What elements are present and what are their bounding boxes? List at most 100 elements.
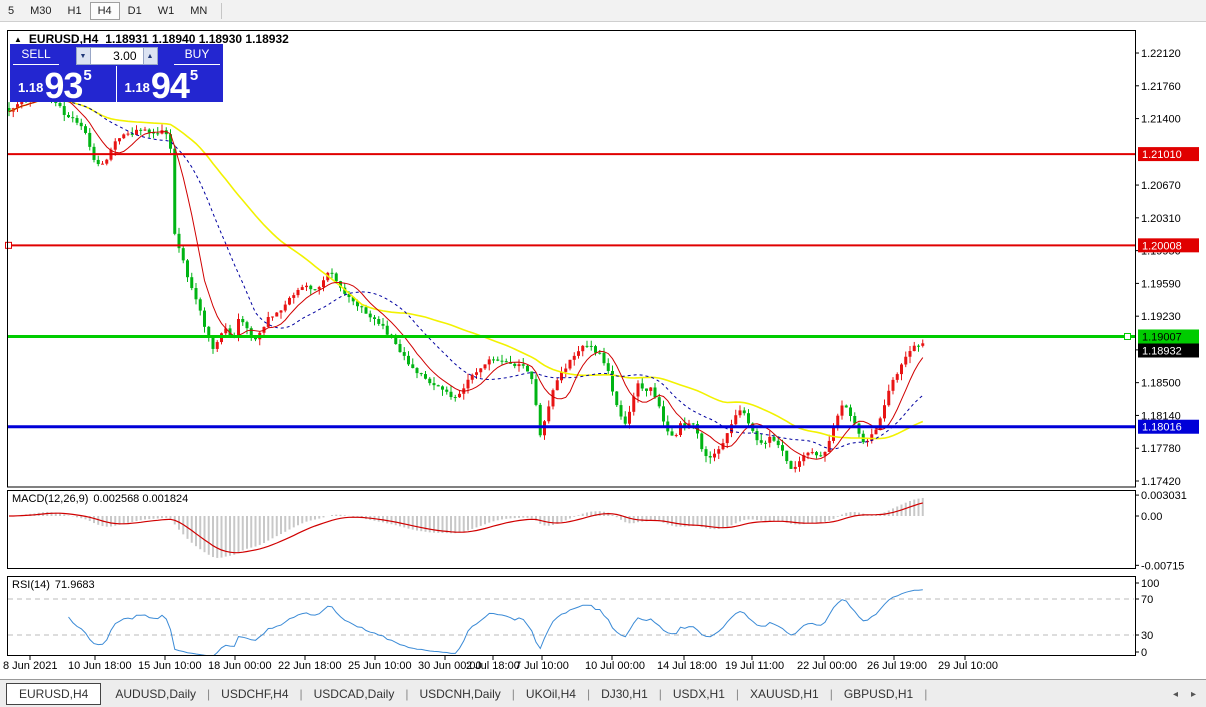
svg-text:1.19590: 1.19590	[1141, 278, 1181, 290]
svg-text:7 Jul 10:00: 7 Jul 10:00	[515, 660, 569, 672]
tab-scroll-right-icon[interactable]: ▸	[1191, 689, 1196, 700]
svg-text:1.22120: 1.22120	[1141, 48, 1181, 60]
volume-input[interactable]	[91, 47, 143, 65]
timeframe-button-h1[interactable]: H1	[60, 2, 90, 20]
candles-layer	[8, 83, 925, 472]
buy-price[interactable]: 1.18 94 5	[117, 66, 224, 102]
svg-text:1.18932: 1.18932	[1142, 345, 1182, 357]
svg-text:30: 30	[1141, 630, 1153, 642]
tab-separator: |	[923, 687, 928, 701]
sell-price[interactable]: 1.18 93 5	[10, 66, 117, 102]
tab-ukoil-h4[interactable]: UKOil,H4	[516, 683, 586, 705]
hline-handle-icon[interactable]	[6, 242, 12, 248]
svg-text:1.18500: 1.18500	[1141, 378, 1181, 390]
price-label-1.19007: 1.19007	[1138, 329, 1199, 343]
timeframe-button-5[interactable]: 5	[0, 2, 22, 20]
ma-slow-line	[9, 99, 923, 439]
tab-usdchf-h4[interactable]: USDCHF,H4	[211, 683, 298, 705]
svg-text:100: 100	[1141, 578, 1159, 590]
current-price-label: 1.18932	[1138, 343, 1199, 357]
trade-panel-prices: 1.18 93 5 1.18 94 5	[10, 66, 223, 102]
svg-text:14 Jul 18:00: 14 Jul 18:00	[657, 660, 717, 672]
ma-mid-line	[9, 99, 923, 449]
timeframe-button-mn[interactable]: MN	[182, 2, 215, 20]
buy-price-big: 94	[151, 72, 189, 99]
svg-text:0.003031: 0.003031	[1141, 490, 1187, 502]
svg-text:2 Jul 18:00: 2 Jul 18:00	[466, 660, 520, 672]
svg-text:10 Jun 18:00: 10 Jun 18:00	[68, 660, 132, 672]
svg-text:1.19230: 1.19230	[1141, 311, 1181, 323]
rsi-name: RSI(14)	[12, 579, 50, 591]
svg-text:26 Jul 19:00: 26 Jul 19:00	[867, 660, 927, 672]
sell-price-sup: 5	[83, 67, 91, 84]
svg-text:19 Jul 11:00: 19 Jul 11:00	[725, 660, 784, 672]
svg-text:22 Jun 18:00: 22 Jun 18:00	[278, 660, 342, 672]
volume-decrease-button[interactable]: ▼	[76, 47, 91, 65]
svg-text:8 Jun 2021: 8 Jun 2021	[3, 660, 57, 672]
tab-scroll-left-icon[interactable]: ◂	[1173, 689, 1178, 700]
svg-text:18 Jun 00:00: 18 Jun 00:00	[208, 660, 272, 672]
svg-text:1.17420: 1.17420	[1141, 476, 1181, 488]
tab-usdcnh-daily[interactable]: USDCNH,Daily	[409, 683, 510, 705]
one-click-trading-panel: SELL ▼ ▲ BUY 1.18 93 5 1.18 94 5	[10, 44, 223, 102]
panel-border	[8, 577, 1136, 656]
price-label-1.18016: 1.18016	[1138, 420, 1199, 434]
tab-audusd-daily[interactable]: AUDUSD,Daily	[105, 683, 206, 705]
ma-fast-line	[9, 95, 923, 459]
moving-averages-layer	[9, 95, 923, 459]
macd-histogram	[9, 498, 923, 558]
svg-text:29 Jul 10:00: 29 Jul 10:00	[938, 660, 998, 672]
chart-canvas[interactable]: 1.221201.217601.214001.206701.203101.199…	[0, 0, 1206, 707]
rsi-indicator-label: RSI(14) 71.9683	[12, 579, 95, 591]
triangle-down-icon: ▼	[80, 53, 87, 60]
timeframe-button-w1[interactable]: W1	[150, 2, 183, 20]
volume-spinner: ▼ ▲	[63, 47, 170, 65]
rsi-line	[69, 590, 923, 656]
svg-text:1.21760: 1.21760	[1141, 81, 1181, 93]
tab-scroll-arrows: ◂▸	[1173, 689, 1196, 700]
timeframe-button-m30[interactable]: M30	[22, 2, 59, 20]
timeframe-toolbar: 5M30H1H4D1W1MN	[0, 0, 1206, 22]
rsi-value: 71.9683	[55, 579, 95, 591]
trade-panel-top-row: SELL ▼ ▲ BUY	[10, 44, 223, 66]
price-label-1.20008: 1.20008	[1138, 238, 1199, 252]
svg-text:1.20310: 1.20310	[1141, 213, 1181, 225]
svg-text:25 Jun 10:00: 25 Jun 10:00	[348, 660, 412, 672]
svg-text:1.18016: 1.18016	[1142, 422, 1182, 434]
svg-text:-0.00715: -0.00715	[1141, 560, 1184, 572]
sell-button[interactable]: SELL	[13, 47, 59, 65]
sell-price-big: 93	[44, 72, 82, 99]
svg-text:70: 70	[1141, 594, 1153, 606]
tab-gbpusd-h1[interactable]: GBPUSD,H1	[834, 683, 923, 705]
tab-xauusd-h1[interactable]: XAUUSD,H1	[740, 683, 829, 705]
macd-values: 0.002568 0.001824	[93, 493, 188, 505]
svg-text:0: 0	[1141, 647, 1147, 659]
rsi-layer	[8, 590, 1134, 656]
collapse-triangle-icon: ▲	[14, 35, 22, 44]
buy-button[interactable]: BUY	[174, 47, 220, 65]
tab-usdcad-daily[interactable]: USDCAD,Daily	[304, 683, 405, 705]
tab-usdx-h1[interactable]: USDX,H1	[663, 683, 735, 705]
timeframe-button-d1[interactable]: D1	[120, 2, 150, 20]
buy-price-sup: 5	[190, 67, 198, 84]
svg-text:15 Jun 10:00: 15 Jun 10:00	[138, 660, 202, 672]
time-axis: 8 Jun 2021 10 Jun 18:00 15 Jun 10:00 18 Jun…	[3, 656, 998, 672]
svg-text:1.19007: 1.19007	[1142, 331, 1182, 343]
svg-text:1.17780: 1.17780	[1141, 443, 1181, 455]
svg-text:1.20008: 1.20008	[1142, 240, 1182, 252]
svg-text:1.20670: 1.20670	[1141, 180, 1181, 192]
tab-dj30-h1[interactable]: DJ30,H1	[591, 683, 658, 705]
sell-price-prefix: 1.18	[18, 80, 43, 95]
macd-name: MACD(12,26,9)	[12, 493, 88, 505]
toolbar-separator	[221, 3, 222, 19]
hline-handle-icon[interactable]	[1125, 333, 1131, 339]
tab-eurusd-h4[interactable]: EURUSD,H4	[6, 683, 101, 705]
price-label-1.21010: 1.21010	[1138, 147, 1199, 161]
timeframe-button-h4[interactable]: H4	[90, 2, 120, 20]
svg-text:22 Jul 00:00: 22 Jul 00:00	[797, 660, 857, 672]
chart-tabbar: EURUSD,H4AUDUSD,Daily|USDCHF,H4|USDCAD,D…	[0, 679, 1206, 707]
volume-increase-button[interactable]: ▲	[143, 47, 158, 65]
triangle-up-icon: ▲	[147, 53, 154, 60]
svg-text:0.00: 0.00	[1141, 511, 1162, 523]
macd-signal-line	[9, 503, 923, 553]
